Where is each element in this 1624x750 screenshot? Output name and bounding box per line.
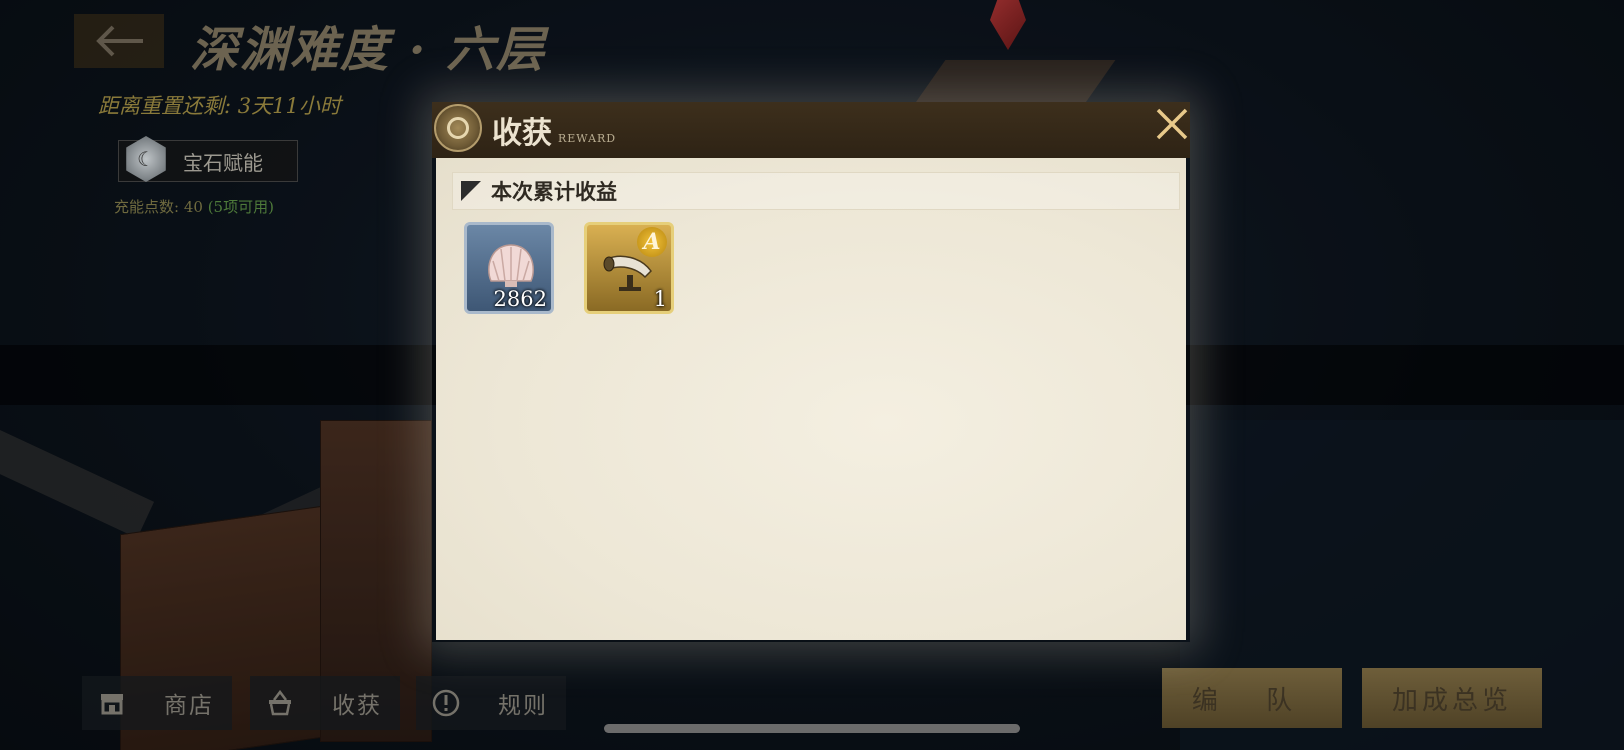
- reward-dialog: 收获 REWARD 本次累计收益 2862 A 1: [432, 102, 1190, 642]
- team-formation-button[interactable]: 编 队: [1162, 668, 1342, 728]
- basket-icon: [264, 687, 296, 719]
- harvest-label: 收获: [332, 693, 382, 719]
- gem-icon: ☾: [126, 136, 166, 182]
- reward-emblem-icon: [434, 104, 482, 152]
- harvest-button[interactable]: 收获: [250, 676, 400, 730]
- section-header: 本次累计收益: [452, 172, 1180, 210]
- rules-label: 规则: [498, 693, 548, 719]
- shop-icon: [96, 687, 128, 719]
- charge-available: (5项可用): [207, 198, 274, 216]
- close-icon: [1156, 108, 1188, 140]
- shop-label: 商店: [164, 693, 214, 719]
- dialog-body: 本次累计收益 2862 A 1: [436, 158, 1186, 640]
- rank-badge: A: [637, 227, 667, 257]
- back-button[interactable]: [74, 14, 164, 68]
- charge-points: 充能点数: 40 (5项可用): [114, 196, 274, 217]
- item-count: 1: [653, 287, 667, 311]
- gem-empower-button[interactable]: ☾ 宝石赋能: [118, 136, 298, 182]
- charge-points-label: 充能点数: 40: [114, 198, 203, 216]
- shop-button[interactable]: 商店: [82, 676, 232, 730]
- stage-title: 深渊难度 · 六层: [190, 22, 547, 78]
- info-icon: [430, 687, 462, 719]
- dialog-subtitle: REWARD: [558, 132, 617, 145]
- bonus-overview-button[interactable]: 加成总览: [1362, 668, 1542, 728]
- rules-button[interactable]: 规则: [416, 676, 566, 730]
- reward-item-shell[interactable]: 2862: [464, 222, 554, 314]
- section-title: 本次累计收益: [491, 179, 617, 204]
- section-marker-icon: [461, 181, 481, 201]
- home-indicator[interactable]: [604, 724, 1020, 733]
- close-button[interactable]: [1150, 102, 1194, 146]
- gem-empower-label: 宝石赋能: [183, 150, 263, 175]
- reset-timer: 距离重置还剩: 3天11小时: [98, 94, 341, 118]
- arrow-left-icon: [96, 25, 143, 57]
- dialog-title: 收获: [492, 116, 552, 151]
- dialog-header: 收获 REWARD: [432, 102, 1190, 158]
- item-count: 2862: [493, 287, 547, 311]
- reward-item-horn[interactable]: A 1: [584, 222, 674, 314]
